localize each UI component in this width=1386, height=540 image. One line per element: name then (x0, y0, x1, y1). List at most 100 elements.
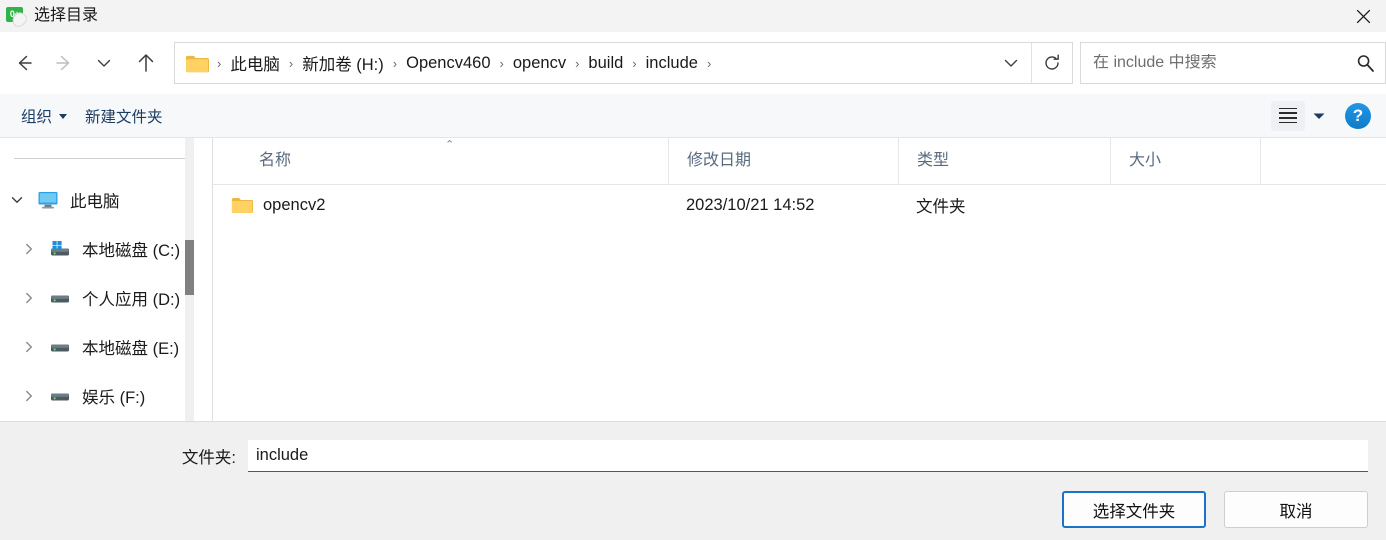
forward-button[interactable] (44, 43, 84, 83)
expand-chevron-right-icon[interactable] (12, 241, 46, 257)
refresh-icon (1045, 54, 1059, 70)
breadcrumb-separator: › (499, 55, 504, 71)
search-box[interactable] (1080, 42, 1386, 84)
column-header-filler (1260, 138, 1386, 184)
view-mode-button[interactable] (1271, 100, 1305, 131)
column-header-name[interactable]: ⌃ 名称 (213, 138, 668, 184)
list-view-icon (1279, 112, 1297, 114)
drive-icon (46, 288, 74, 308)
sidebar-item-local-disk-c[interactable]: 本地磁盘 (C:) (0, 224, 200, 273)
app-icon: 0+ (6, 6, 30, 30)
breadcrumb-separator: › (288, 55, 294, 71)
select-folder-button[interactable]: 选择文件夹 (1062, 491, 1206, 528)
search-button[interactable] (1345, 53, 1385, 73)
dialog-footer: 文件夹: 选择文件夹 取消 (0, 421, 1386, 540)
expand-chevron-right-icon[interactable] (12, 290, 46, 306)
column-header-size[interactable]: 大小 (1110, 138, 1260, 184)
sidebar-item-label: 此电脑 (70, 192, 120, 211)
expand-chevron-right-icon[interactable] (12, 388, 46, 404)
sidebar-item-label: 娱乐 (F:) (82, 388, 146, 407)
arrow-right-icon (56, 55, 70, 71)
chevron-down-icon (59, 114, 68, 119)
folder-name-label: 文件夹: (181, 449, 236, 467)
list-view-icon (1279, 107, 1297, 110)
folder-icon (231, 198, 253, 213)
breadcrumb-item-4[interactable]: build (581, 51, 630, 76)
windows-drive-icon (46, 239, 74, 259)
title-bar: 0+ 选择目录 (0, 0, 1386, 32)
view-mode-dropdown-button[interactable] (1305, 101, 1333, 131)
up-button[interactable] (124, 43, 168, 83)
breadcrumb-bar[interactable]: › 此电脑 › 新加卷 (H:) › Opencv460 › opencv › … (174, 42, 1073, 84)
organize-button[interactable]: 组织 (12, 100, 76, 132)
search-input[interactable] (1081, 54, 1345, 72)
breadcrumb-separator: › (706, 55, 712, 71)
chevron-down-icon (97, 59, 111, 67)
cell-modified: 2023/10/21 14:52 (686, 195, 815, 214)
list-view-icon (1279, 117, 1297, 119)
sidebar-item-label: 个人应用 (D:) (82, 290, 181, 309)
sidebar-item-this-pc[interactable]: 此电脑 (0, 175, 200, 224)
breadcrumb-item-3[interactable]: opencv (506, 51, 573, 76)
close-button[interactable] (1340, 0, 1386, 32)
breadcrumb-item-5[interactable]: include (639, 51, 705, 76)
help-icon: ? (1352, 105, 1364, 125)
file-name-label: opencv2 (263, 195, 326, 214)
column-header-label: 修改日期 (687, 152, 752, 169)
breadcrumb-separator: › (575, 55, 580, 71)
breadcrumb: › 此电脑 › 新加卷 (H:) › Opencv460 › opencv › … (215, 48, 991, 78)
file-list-pane: ⌃ 名称 修改日期 类型 大小 opencv2 2023/10/21 14:52… (213, 138, 1386, 421)
organize-label: 组织 (21, 108, 53, 126)
sort-ascending-icon: ⌃ (445, 139, 455, 151)
column-header-type[interactable]: 类型 (898, 138, 1110, 184)
breadcrumb-separator: › (392, 55, 398, 71)
sidebar-item-label: 本地磁盘 (C:) (82, 241, 181, 260)
table-row[interactable]: opencv2 2023/10/21 14:52 文件夹 (213, 185, 1386, 225)
breadcrumb-separator: › (632, 55, 637, 71)
sidebar-item-local-disk-e[interactable]: 本地磁盘 (E:) (0, 322, 200, 371)
command-toolbar: 组织 新建文件夹 ? (0, 94, 1386, 138)
close-icon (1356, 9, 1370, 23)
column-header-modified[interactable]: 修改日期 (668, 138, 898, 184)
breadcrumb-dropdown-button[interactable] (991, 43, 1031, 83)
dialog-button-row: 选择文件夹 取消 (1062, 491, 1368, 528)
search-icon (1357, 55, 1374, 72)
breadcrumb-item-1[interactable]: 新加卷 (H:) (295, 48, 391, 78)
folder-icon (186, 55, 209, 72)
chevron-down-icon (1313, 113, 1325, 119)
column-header-label: 名称 (259, 152, 292, 169)
sidebar-item-personal-apps-d[interactable]: 个人应用 (D:) (0, 273, 200, 322)
breadcrumb-item-2[interactable]: Opencv460 (399, 51, 497, 76)
folder-name-input[interactable] (248, 440, 1368, 472)
monitor-icon (34, 190, 62, 210)
list-view-icon (1279, 121, 1297, 124)
sidebar-scrollbar-thumb[interactable] (185, 240, 194, 295)
column-headers: ⌃ 名称 修改日期 类型 大小 (213, 138, 1386, 185)
expand-chevron-down-icon[interactable] (0, 192, 34, 208)
cell-name[interactable]: opencv2 (213, 196, 668, 215)
breadcrumb-separator: › (217, 55, 222, 71)
expand-chevron-right-icon[interactable] (12, 339, 46, 355)
folder-name-row: 文件夹: (0, 422, 1386, 472)
arrow-up-icon (138, 54, 154, 72)
chevron-down-icon (1004, 59, 1018, 67)
new-folder-button[interactable]: 新建文件夹 (76, 100, 172, 132)
arrow-left-icon (18, 55, 32, 71)
cancel-button[interactable]: 取消 (1224, 491, 1368, 528)
select-folder-dialog: 0+ 选择目录 (0, 0, 1386, 540)
file-rows: opencv2 2023/10/21 14:52 文件夹 (213, 185, 1386, 421)
sidebar-item-entertainment-f[interactable]: 娱乐 (F:) (0, 371, 200, 420)
new-folder-label: 新建文件夹 (85, 108, 163, 126)
address-bar-row: › 此电脑 › 新加卷 (H:) › Opencv460 › opencv › … (0, 32, 1386, 94)
refresh-button[interactable] (1031, 43, 1072, 83)
back-button[interactable] (4, 43, 44, 83)
drive-icon (46, 386, 74, 406)
main-body: 此电脑 本地磁盘 (C:) 个人应用 (D:) 本地磁盘 (E:) 娱乐 (F:… (0, 138, 1386, 421)
navigation-sidebar: 此电脑 本地磁盘 (C:) 个人应用 (D:) 本地磁盘 (E:) 娱乐 (F:… (0, 138, 200, 421)
help-button[interactable]: ? (1345, 102, 1371, 129)
breadcrumb-item-0[interactable]: 此电脑 (223, 48, 287, 78)
column-header-label: 类型 (917, 152, 950, 169)
sidebar-list: 此电脑 本地磁盘 (C:) 个人应用 (D:) 本地磁盘 (E:) 娱乐 (F:… (0, 159, 200, 420)
cell-type: 文件夹 (916, 198, 966, 216)
recent-locations-button[interactable] (84, 43, 124, 83)
